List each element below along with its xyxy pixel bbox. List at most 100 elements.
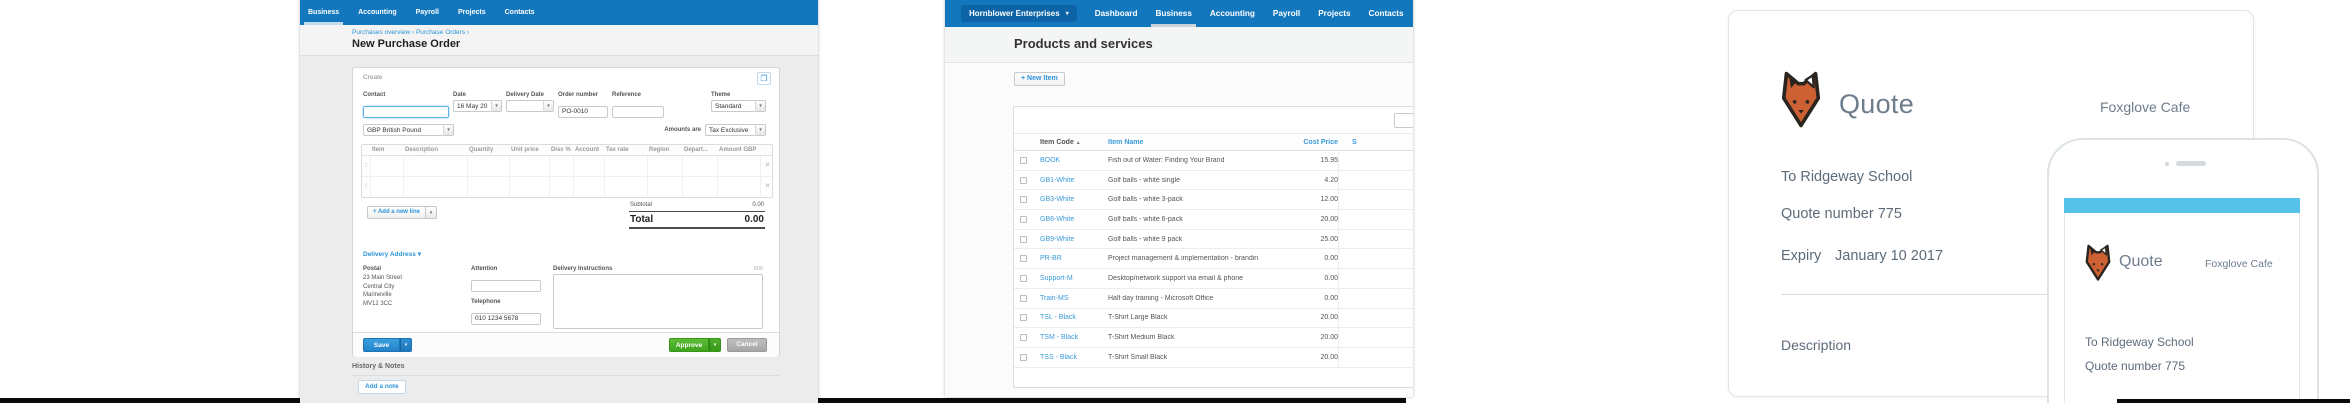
item-code-link[interactable]: Support-M (1040, 275, 1108, 282)
po-line-cell[interactable] (682, 156, 717, 176)
search-input[interactable] (1394, 113, 1413, 128)
nav-item-contacts[interactable]: Contacts (503, 0, 537, 25)
row-checkbox[interactable] (1020, 294, 1027, 302)
item-code-link[interactable]: TSM - Black (1040, 334, 1108, 341)
item-code-link[interactable]: GB9-White (1040, 236, 1108, 243)
column-cost-price[interactable]: Cost Price (1258, 139, 1338, 146)
copy-icon[interactable]: ❐ (757, 72, 771, 85)
delivery-instructions-label: Delivery Instructions (553, 266, 613, 272)
nav-item-business[interactable]: Business (1151, 0, 1197, 27)
reference-input[interactable] (612, 105, 664, 118)
row-checkbox[interactable] (1020, 235, 1027, 243)
telephone-input[interactable] (471, 312, 541, 325)
po-line-cell[interactable] (717, 177, 760, 197)
po-line-cell[interactable] (647, 156, 682, 176)
delivery-address-link[interactable]: Delivery Address ▾ (363, 250, 421, 258)
item-name: Project management & implementation - br… (1108, 255, 1258, 263)
item-code-link[interactable]: Train-MS (1040, 295, 1108, 302)
po-line-cell[interactable] (403, 177, 467, 197)
po-line-cell[interactable] (509, 156, 549, 176)
drag-handle-icon[interactable]: ⁞⁞ (362, 156, 370, 176)
po-line-cell[interactable] (573, 156, 604, 176)
theme-select[interactable] (711, 100, 755, 112)
row-checkbox[interactable] (1020, 196, 1027, 204)
breadcrumb[interactable]: Purchases overview › Purchase Orders › (352, 29, 818, 36)
nav-item-contacts[interactable]: Contacts (1369, 0, 1404, 27)
nav-item-projects[interactable]: Projects (1318, 0, 1350, 27)
amounts-are-dropdown-icon[interactable]: ▾ (755, 124, 766, 136)
row-checkbox[interactable] (1020, 353, 1027, 361)
po-line-cell[interactable] (573, 177, 604, 197)
save-dropdown-icon[interactable]: ▾ (400, 338, 412, 352)
item-code-link[interactable]: GB1-White (1040, 177, 1108, 184)
add-note-button[interactable]: Add a note (358, 380, 406, 394)
item-code-link[interactable]: BOOK (1040, 157, 1108, 164)
row-checkbox[interactable] (1020, 255, 1027, 263)
nav-item-payroll[interactable]: Payroll (414, 0, 441, 25)
add-new-line-button[interactable]: + Add a new line ▾ (367, 206, 437, 219)
new-item-button[interactable]: + New Item (1014, 72, 1065, 86)
approve-dropdown-icon[interactable]: ▾ (709, 338, 721, 352)
order-number-input[interactable] (558, 105, 608, 118)
postal-address: 23 Main Street Central City Marineville MV1… (363, 274, 463, 308)
delivery-date-input[interactable] (506, 100, 543, 112)
currency-select[interactable] (363, 124, 443, 136)
po-line-cell[interactable] (467, 156, 509, 176)
save-button[interactable]: Save ▾ (363, 338, 412, 352)
currency-dropdown-icon[interactable]: ▾ (443, 124, 454, 136)
contact-input[interactable] (363, 105, 449, 118)
row-checkbox[interactable] (1020, 176, 1027, 184)
nav-item-accounting[interactable]: Accounting (356, 0, 399, 25)
row-checkbox[interactable] (1020, 156, 1027, 164)
po-line-cell[interactable] (403, 156, 467, 176)
reference-label: Reference (612, 92, 642, 98)
cancel-button[interactable]: Cancel (727, 338, 767, 352)
po-table-body: ⁞⁞ ✕ ⁞⁞ ✕ (362, 156, 772, 197)
attention-input[interactable] (471, 279, 541, 292)
item-code-link[interactable]: GB6-White (1040, 216, 1108, 223)
quote-divider (1781, 294, 2047, 295)
row-checkbox[interactable] (1020, 215, 1027, 223)
row-checkbox[interactable] (1020, 334, 1027, 342)
column-item-name[interactable]: Item Name (1108, 139, 1258, 146)
date-input[interactable] (453, 100, 491, 112)
delivery-date-dropdown-icon[interactable]: ▾ (543, 100, 554, 112)
po-line-cell[interactable] (682, 177, 717, 197)
nav-item-projects[interactable]: Projects (456, 0, 488, 25)
column-item-code[interactable]: Item Code ▲ (1040, 139, 1108, 146)
date-dropdown-icon[interactable]: ▾ (491, 100, 502, 112)
po-line-cell[interactable] (549, 177, 573, 197)
org-menu-button[interactable]: Hornblower Enterprises ▾ (961, 5, 1077, 22)
delivery-instructions-textarea[interactable] (553, 274, 763, 329)
po-line-cell[interactable] (604, 156, 647, 176)
remove-row-icon[interactable]: ✕ (760, 177, 774, 197)
item-code-link[interactable]: GB3-White (1040, 196, 1108, 203)
amounts-are-select[interactable] (705, 124, 755, 136)
po-line-cell[interactable] (467, 177, 509, 197)
nav-item-dashboard[interactable]: Dashboard (1095, 0, 1138, 27)
item-code-link[interactable]: PR-BR (1040, 255, 1108, 262)
nav-item-accounting[interactable]: Accounting (1210, 0, 1255, 27)
item-code-link[interactable]: TSS - Black (1040, 354, 1108, 361)
nav-item-payroll[interactable]: Payroll (1273, 0, 1300, 27)
cost-price-value: 20.00 (1320, 353, 1338, 361)
item-code-link[interactable]: TSL - Black (1040, 314, 1108, 321)
row-checkbox[interactable] (1020, 274, 1027, 282)
po-line-cell[interactable] (647, 177, 682, 197)
po-line-cell[interactable] (370, 156, 403, 176)
po-currency-row: ▾ Amounts are ▾ (363, 124, 766, 136)
po-line-cell[interactable] (549, 156, 573, 176)
approve-button[interactable]: Approve ▾ (669, 338, 721, 352)
add-line-dropdown-icon[interactable]: ▾ (425, 206, 437, 219)
nav-item-business[interactable]: Business (303, 0, 344, 25)
remove-row-icon[interactable]: ✕ (760, 156, 774, 176)
order-number-label: Order number (558, 92, 599, 98)
po-line-cell[interactable] (370, 177, 403, 197)
drag-handle-icon[interactable]: ⁞⁞ (362, 177, 370, 197)
column-sale-price[interactable]: S (1338, 139, 1413, 146)
po-line-cell[interactable] (509, 177, 549, 197)
row-checkbox[interactable] (1020, 314, 1027, 322)
po-line-cell[interactable] (717, 156, 760, 176)
theme-dropdown-icon[interactable]: ▾ (755, 100, 766, 112)
po-line-cell[interactable] (604, 177, 647, 197)
